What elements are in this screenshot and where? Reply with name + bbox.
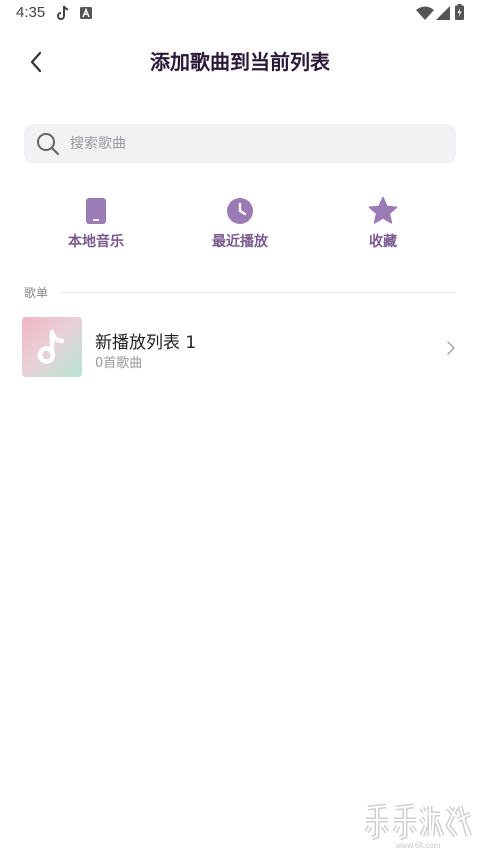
watermark-url: www.6ll.com	[395, 841, 441, 850]
search-input[interactable]	[68, 134, 432, 153]
section-label-playlists: 歌单	[24, 286, 49, 300]
signal-icon	[436, 6, 450, 20]
favorites-button[interactable]: 收藏	[328, 196, 438, 256]
playlist-name: 新播放列表 1	[95, 333, 197, 353]
back-button[interactable]	[20, 46, 52, 78]
wifi-icon	[416, 6, 434, 20]
recent-play-label: 最近播放	[212, 234, 268, 250]
search-bar[interactable]	[24, 124, 456, 163]
notification-a-icon	[80, 7, 92, 19]
chevron-left-icon	[30, 51, 42, 73]
status-time: 4:35	[16, 4, 46, 21]
playlist-song-count: 0首歌曲	[95, 356, 143, 371]
section-divider	[60, 292, 456, 293]
status-bar: 4:35	[0, 0, 480, 28]
tiktok-icon	[57, 5, 69, 20]
star-icon	[368, 196, 398, 226]
phone-icon	[81, 196, 111, 226]
chevron-right-icon	[447, 341, 455, 355]
local-music-label: 本地音乐	[68, 234, 124, 250]
page-title: 添加歌曲到当前列表	[150, 50, 330, 74]
music-note-icon	[37, 329, 65, 364]
battery-icon	[455, 4, 464, 20]
recent-play-button[interactable]: 最近播放	[185, 196, 295, 256]
clock-icon	[225, 196, 255, 226]
playlist-item[interactable]: 新播放列表 1 0首歌曲	[0, 314, 480, 382]
search-icon	[37, 132, 60, 155]
local-music-button[interactable]: 本地音乐	[41, 196, 151, 256]
watermark-logo: www.6ll.com	[362, 800, 474, 850]
favorites-label: 收藏	[369, 234, 397, 250]
playlist-cover	[22, 317, 82, 377]
